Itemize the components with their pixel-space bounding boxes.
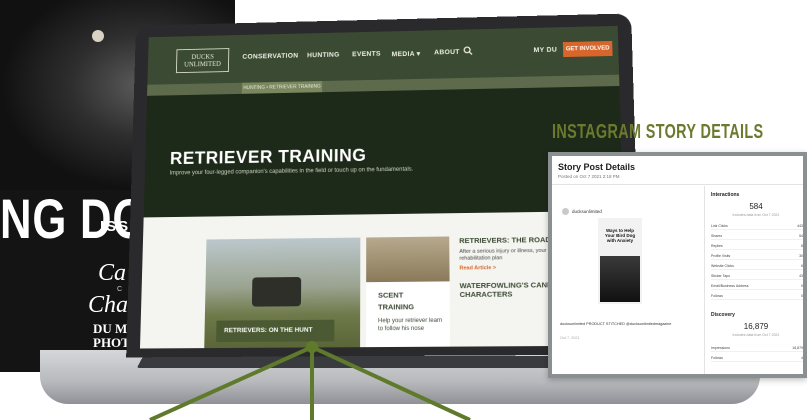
ducks-unlimited-logo[interactable]: DUCKS UNLIMITED [176,48,229,73]
nav-hunting[interactable]: HUNTING [307,52,340,59]
get-involved-button[interactable]: GET INVOLVED [563,41,613,57]
dog-eye [92,30,104,42]
metric-row: Link Clicks 443 [711,224,803,230]
nav-conservation[interactable]: CONSERVATION [242,53,298,61]
avatar [562,208,569,215]
scent-training-desc: Help your retriever learn to follow his … [378,317,444,333]
magazine-line1: Ca [98,260,126,287]
story-panel-title: Story Post Details [558,162,635,172]
metric-label: Link Clicks [711,224,728,228]
magazine-issue: ISS [100,218,130,235]
metric-label: Shares [711,234,722,238]
discovery-row-value: 4 [801,356,803,360]
metric-row: Email/Business Address 0 [711,284,803,290]
feature-card-label[interactable]: RETRIEVERS: ON THE HUNT [216,320,334,342]
story-date: Oct 7, 2021 [560,336,580,340]
metric-label: Sticker Taps [711,274,730,278]
metric-row: Replies 8 [711,244,803,250]
nav-media[interactable]: MEDIA ▾ [392,50,421,58]
interactions-label: Interactions [711,192,739,198]
nav-about[interactable]: ABOUT [434,49,460,56]
metric-value: 0 [801,294,803,298]
metric-value: 0 [801,284,803,288]
metric-label: Profile Visits [711,254,730,258]
metric-label: Follows [711,294,723,298]
metric-value: 443 [797,224,803,228]
story-posted-date: Posted on Oct 7 2021 2:18 PM [558,174,620,179]
discovery-label: Discovery [711,312,735,318]
interactions-note: Includes data from Oct 7 2021 [705,213,807,217]
metric-value: 54 [799,234,803,238]
metric-label: Website Clicks [711,264,734,268]
search-icon[interactable] [463,46,473,56]
discovery-row-label: Impressions [711,346,730,350]
metric-row: Sticker Taps 43 [711,274,803,280]
interactions-value: 584 [705,202,807,211]
metric-value: 6 [801,264,803,268]
discovery-row: Follows 4 [711,356,803,362]
feature-photo [252,277,301,307]
scent-training-photo [366,236,449,282]
divider [552,184,803,185]
discovery-value: 16,879 [705,322,807,331]
metric-row: Website Clicks 6 [711,264,803,270]
nav-my-du[interactable]: MY DU [534,47,558,54]
story-metrics: Interactions 584 Includes data from Oct … [704,186,807,378]
discovery-row: Impressions 16,879 [711,346,803,352]
scent-training-card[interactable]: SCENT TRAINING Help your retriever learn… [366,236,450,347]
hero-title: RETRIEVER TRAINING [170,146,367,169]
story-text: Ways to Help Your Bird Dog with Anxiety [602,228,638,243]
discovery-row-value: 16,879 [792,346,803,350]
discovery-note: Includes data from Oct 7 2021 [705,333,807,337]
metric-value: 8 [801,244,803,248]
metric-row: Profile Visits 30 [711,254,803,260]
metric-value: 30 [799,254,803,258]
story-caption: ducksunlimited PRODUCT STITCHED @ducksun… [560,322,700,327]
instagram-heading: INSTAGRAM STORY DETAILS [552,121,764,144]
feature-card[interactable]: RETRIEVERS: ON THE HUNT [204,238,360,349]
instagram-story-panel: Story Post Details Posted on Oct 7 2021 … [548,152,807,378]
scent-training-title[interactable]: SCENT TRAINING [378,290,414,314]
nav-events[interactable]: EVENTS [352,51,381,58]
metric-row: Shares 54 [711,234,803,240]
metric-value: 43 [799,274,803,278]
magazine-line2: Cha [88,292,128,319]
story-image [600,256,640,302]
story-preview[interactable]: Ways to Help Your Bird Dog with Anxiety [598,218,642,304]
metric-label: Email/Business Address [711,284,749,288]
metric-label: Replies [711,244,723,248]
discovery-row-label: Follows [711,356,723,360]
account-name: ducksunlimited [572,209,602,214]
metric-row: Follows 0 [711,294,803,300]
